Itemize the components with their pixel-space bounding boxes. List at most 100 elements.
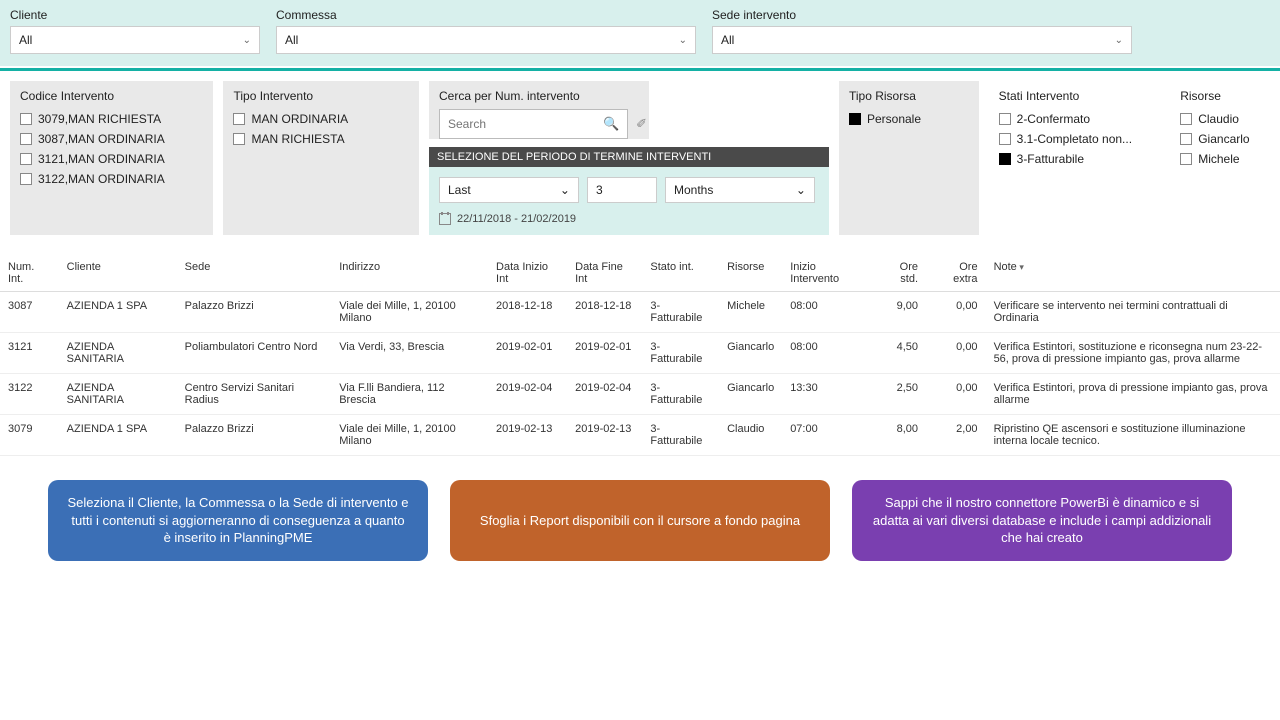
column-header[interactable]: Ore std.: [873, 255, 926, 292]
checkbox-label: 3079,MAN RICHIESTA: [38, 109, 161, 129]
callout-blue: Seleziona il Cliente, la Commessa o la S…: [48, 480, 428, 561]
table-cell: 9,00: [873, 292, 926, 333]
chevron-down-icon: ⌄: [1115, 35, 1123, 46]
table-cell: 07:00: [782, 415, 873, 456]
column-header[interactable]: Data Fine Int: [567, 255, 642, 292]
checkbox-item[interactable]: Claudio: [1180, 109, 1260, 129]
table-cell: AZIENDA 1 SPA: [59, 292, 177, 333]
table-cell: 3087: [0, 292, 59, 333]
panel-title: Cerca per Num. intervento: [439, 89, 639, 103]
chevron-down-icon: ⌄: [243, 35, 251, 46]
checkbox-item[interactable]: Giancarlo: [1180, 129, 1260, 149]
table-cell: 3079: [0, 415, 59, 456]
table-row[interactable]: 3122AZIENDA SANITARIACentro Servizi Sani…: [0, 374, 1280, 415]
panel-tipo-risorsa: Tipo Risorsa Personale: [839, 81, 979, 235]
checkbox-item[interactable]: 3079,MAN RICHIESTA: [20, 109, 203, 129]
table-header-row: Num. Int.ClienteSedeIndirizzoData Inizio…: [0, 255, 1280, 292]
column-header[interactable]: Num. Int.: [0, 255, 59, 292]
search-box[interactable]: 🔍: [439, 109, 628, 139]
table-cell: 2,50: [873, 374, 926, 415]
checkbox-icon: [20, 113, 32, 125]
checkbox-item[interactable]: MAN RICHIESTA: [233, 129, 409, 149]
checkbox-label: MAN RICHIESTA: [251, 129, 344, 149]
column-header[interactable]: Indirizzo: [331, 255, 488, 292]
callout-text: Sfoglia i Report disponibili con il curs…: [480, 512, 800, 530]
interventi-table: Num. Int.ClienteSedeIndirizzoData Inizio…: [0, 255, 1280, 456]
table-row[interactable]: 3087AZIENDA 1 SPAPalazzo BrizziViale dei…: [0, 292, 1280, 333]
chevron-down-icon: ⌄: [796, 183, 806, 197]
checkbox-icon: [20, 153, 32, 165]
period-count-input[interactable]: 3: [587, 177, 657, 203]
checkbox-item[interactable]: 3.1-Completato non...: [999, 129, 1151, 149]
period-mode-dropdown[interactable]: Last ⌄: [439, 177, 579, 203]
table-cell: 2019-02-13: [567, 415, 642, 456]
checkbox-icon: [1180, 153, 1192, 165]
table-cell: 08:00: [782, 333, 873, 374]
table-cell: Ripristino QE ascensori e sostituzione i…: [986, 415, 1280, 456]
column-header[interactable]: Note: [986, 255, 1280, 292]
period-unit-dropdown[interactable]: Months ⌄: [665, 177, 815, 203]
checkbox-label: 2-Confermato: [1017, 109, 1090, 129]
filter-cliente-dropdown[interactable]: All ⌄: [10, 26, 260, 54]
table-row[interactable]: 3121AZIENDA SANITARIAPoliambulatori Cent…: [0, 333, 1280, 374]
filter-commessa-dropdown[interactable]: All ⌄: [276, 26, 696, 54]
column-header[interactable]: Stato int.: [642, 255, 719, 292]
table-cell: 13:30: [782, 374, 873, 415]
table-cell: 2018-12-18: [488, 292, 567, 333]
checkbox-item[interactable]: 3-Fatturabile: [999, 149, 1151, 169]
filter-cliente-label: Cliente: [10, 8, 260, 22]
period-date-range: 22/11/2018 - 21/02/2019: [439, 213, 819, 225]
panel-title: Stati Intervento: [999, 89, 1151, 103]
table-cell: 2019-02-04: [567, 374, 642, 415]
table-cell: AZIENDA 1 SPA: [59, 415, 177, 456]
checkbox-item[interactable]: 3122,MAN ORDINARIA: [20, 169, 203, 189]
checkbox-icon: [999, 113, 1011, 125]
period-unit-value: Months: [674, 183, 713, 197]
table-cell: 2019-02-01: [488, 333, 567, 374]
period-header: SELEZIONE DEL PERIODO DI TERMINE INTERVE…: [429, 147, 829, 167]
column-header[interactable]: Cliente: [59, 255, 177, 292]
column-header[interactable]: Sede: [177, 255, 332, 292]
checkbox-item[interactable]: MAN ORDINARIA: [233, 109, 409, 129]
calendar-icon: [439, 213, 451, 225]
checkbox-icon: [999, 133, 1011, 145]
table-cell: Michele: [719, 292, 782, 333]
table-cell: 08:00: [782, 292, 873, 333]
checkbox-label: Claudio: [1198, 109, 1239, 129]
checkbox-icon: [20, 133, 32, 145]
table-row[interactable]: 3079AZIENDA 1 SPAPalazzo BrizziViale dei…: [0, 415, 1280, 456]
table-cell: Verifica Estintori, prova di pressione i…: [986, 374, 1280, 415]
checkbox-item[interactable]: 3087,MAN ORDINARIA: [20, 129, 203, 149]
checkbox-item[interactable]: 2-Confermato: [999, 109, 1151, 129]
column-header[interactable]: Ore extra: [926, 255, 986, 292]
panel-tipo-intervento: Tipo Intervento MAN ORDINARIAMAN RICHIES…: [223, 81, 419, 235]
checkbox-icon: [849, 113, 861, 125]
filter-commessa-label: Commessa: [276, 8, 696, 22]
column-header[interactable]: Data Inizio Int: [488, 255, 567, 292]
filter-sede-dropdown[interactable]: All ⌄: [712, 26, 1132, 54]
column-header[interactable]: Inizio Intervento: [782, 255, 873, 292]
checkbox-icon: [233, 133, 245, 145]
top-filter-bar: Cliente All ⌄ Commessa All ⌄ Sede interv…: [0, 0, 1280, 66]
checkbox-item[interactable]: Personale: [849, 109, 969, 129]
table-cell: Via Verdi, 33, Brescia: [331, 333, 488, 374]
checkbox-item[interactable]: 3121,MAN ORDINARIA: [20, 149, 203, 169]
panel-title: Tipo Risorsa: [849, 89, 969, 103]
table-cell: Verifica Estintori, sostituzione e ricon…: [986, 333, 1280, 374]
callout-text: Seleziona il Cliente, la Commessa o la S…: [66, 494, 410, 547]
table-cell: Viale dei Mille, 1, 20100 Milano: [331, 292, 488, 333]
chevron-down-icon: ⌄: [560, 183, 570, 197]
table-cell: Palazzo Brizzi: [177, 292, 332, 333]
checkbox-label: 3-Fatturabile: [1017, 149, 1084, 169]
separator-bar: [0, 68, 1280, 71]
checkbox-item[interactable]: Michele: [1180, 149, 1260, 169]
table-cell: 3-Fatturabile: [642, 292, 719, 333]
checkbox-icon: [1180, 133, 1192, 145]
eraser-icon[interactable]: ✐: [636, 116, 647, 132]
search-icon: 🔍: [603, 116, 619, 132]
table-cell: Poliambulatori Centro Nord: [177, 333, 332, 374]
table-cell: Viale dei Mille, 1, 20100 Milano: [331, 415, 488, 456]
search-input[interactable]: [448, 117, 603, 131]
filter-commessa: Commessa All ⌄: [276, 8, 696, 54]
column-header[interactable]: Risorse: [719, 255, 782, 292]
